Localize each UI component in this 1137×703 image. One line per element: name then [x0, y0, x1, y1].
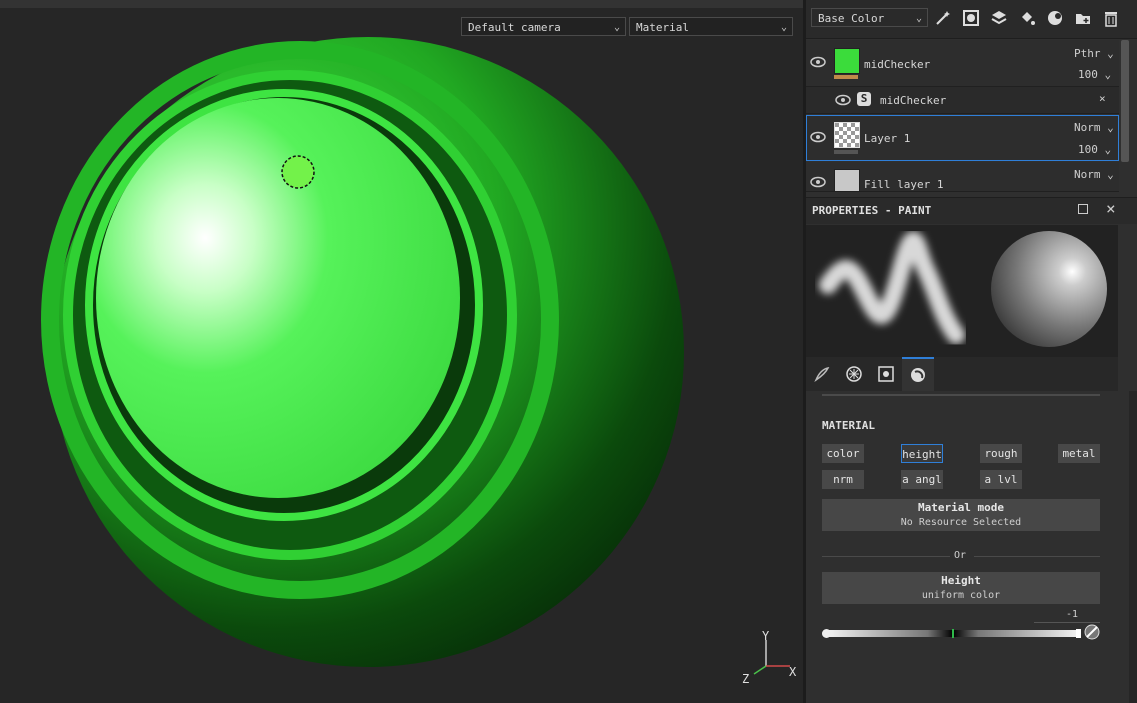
- chevron-down-icon: ⌄: [780, 22, 787, 33]
- chip-color[interactable]: color: [822, 444, 864, 463]
- sublayer-row-midchecker[interactable]: S midChecker ×: [806, 87, 1119, 114]
- layer-thumbnail: [834, 169, 860, 191]
- stroke-preview: [819, 231, 965, 344]
- properties-header: PROPERTIES - PAINT ×: [806, 197, 1137, 224]
- chip-metal[interactable]: metal: [1058, 444, 1100, 463]
- blend-mode-dropdown[interactable]: Pthr ⌄: [1074, 47, 1114, 60]
- axis-z-label: Z: [742, 672, 749, 686]
- substance-icon: S: [857, 92, 871, 106]
- slider-handle[interactable]: [822, 629, 831, 638]
- opacity-label: 100: [1078, 143, 1098, 156]
- channel-dropdown-label: Base Color: [818, 12, 885, 25]
- layers-scrollbar[interactable]: [1121, 40, 1129, 162]
- sublayer-name: midChecker: [880, 94, 947, 107]
- blend-mode-dropdown[interactable]: Norm ⌄: [1074, 121, 1114, 134]
- effect-icon[interactable]: [1044, 8, 1066, 28]
- layer-thumbnail: [834, 48, 860, 74]
- blend-mode-label: Norm: [1074, 168, 1101, 181]
- height-subtitle: uniform color: [921, 590, 1001, 601]
- properties-title: PROPERTIES - PAINT: [812, 204, 932, 217]
- axis-y-label: Y: [762, 629, 770, 643]
- axis-x-label: X: [789, 665, 797, 679]
- mode-dropdown[interactable]: Material ⌄: [629, 17, 793, 36]
- material-title: MATERIAL: [822, 419, 875, 432]
- slider-end-marker: [1076, 629, 1081, 638]
- material-mode-title: Material mode: [917, 501, 1005, 514]
- layer-row-fill-layer-1[interactable]: Fill layer 1 Norm ⌄: [806, 162, 1119, 192]
- eye-icon[interactable]: [835, 94, 851, 106]
- camera-dropdown[interactable]: Default camera ⌄: [461, 17, 626, 36]
- layer-name: midChecker: [864, 58, 931, 71]
- or-label: Or: [954, 550, 967, 561]
- layer-name: Layer 1: [864, 132, 911, 145]
- properties-scrollbar-track[interactable]: [1129, 391, 1137, 703]
- opacity-dropdown[interactable]: 100 ⌄: [1078, 143, 1111, 156]
- chevron-down-icon: ⌄: [915, 13, 922, 24]
- color-picker-icon[interactable]: [1084, 624, 1100, 640]
- height-title: Height: [941, 574, 981, 587]
- mode-dropdown-label: Material: [636, 21, 689, 34]
- slider-value[interactable]: -1: [1066, 609, 1078, 620]
- delete-icon[interactable]: [1100, 8, 1122, 28]
- chip-a-angl[interactable]: a angl: [901, 470, 943, 489]
- layer-row-layer-1[interactable]: Layer 1 Norm ⌄ 100 ⌄: [806, 115, 1119, 161]
- brush-cursor: [281, 155, 315, 189]
- opacity-label: 100: [1078, 68, 1098, 81]
- brush-preview: [806, 225, 1118, 357]
- axis-gizmo: Y X Z: [742, 629, 797, 686]
- slider-value-underline: [1034, 622, 1100, 623]
- chip-nrm[interactable]: nrm: [822, 470, 864, 489]
- or-separator-right: [974, 556, 1100, 557]
- blend-mode-dropdown[interactable]: Norm ⌄: [1074, 168, 1114, 181]
- chip-height[interactable]: height: [901, 444, 943, 463]
- material-tab-icon[interactable]: [902, 357, 934, 391]
- top-separator: [822, 394, 1100, 396]
- eye-icon[interactable]: [810, 131, 826, 143]
- right-panel: Base Color ⌄ midChecker Pthr ⌄ 100 ⌄ S m…: [806, 0, 1137, 703]
- sphere-cap: [96, 98, 460, 498]
- remove-sublayer-button[interactable]: ×: [1099, 92, 1106, 105]
- height-button[interactable]: Height uniform color: [822, 572, 1100, 604]
- undock-icon[interactable]: [1078, 204, 1088, 214]
- layer-row-midchecker[interactable]: midChecker Pthr ⌄ 100 ⌄: [806, 40, 1119, 87]
- close-icon[interactable]: ×: [1106, 199, 1116, 218]
- slider-center-marker: [952, 629, 954, 638]
- material-mode-subtitle: No Resource Selected: [900, 517, 1022, 528]
- layer-name: Fill layer 1: [864, 178, 944, 191]
- height-slider[interactable]: [822, 629, 1081, 638]
- or-separator-left: [822, 556, 950, 557]
- chevron-down-icon: ⌄: [613, 22, 620, 33]
- add-folder-icon[interactable]: [1072, 8, 1094, 28]
- 3d-viewport[interactable]: Default camera ⌄ Material ⌄ Y X Z: [0, 0, 803, 703]
- layer-color-bar: [834, 150, 858, 154]
- transparent-thumbnail: [834, 122, 860, 148]
- eye-icon[interactable]: [810, 56, 826, 68]
- fill-icon[interactable]: [1016, 8, 1038, 28]
- blend-mode-label: Norm: [1074, 121, 1101, 134]
- magic-wand-icon[interactable]: [932, 8, 954, 28]
- material-mode-button[interactable]: Material mode No Resource Selected: [822, 499, 1100, 531]
- layer-color-bar: [834, 75, 858, 79]
- layers-toolbar: Base Color ⌄: [806, 0, 1137, 39]
- material-ball-preview: [991, 231, 1107, 347]
- brush-tab-icon[interactable]: [806, 357, 838, 391]
- add-layer-icon[interactable]: [988, 8, 1010, 28]
- channel-dropdown[interactable]: Base Color ⌄: [811, 8, 928, 27]
- chip-rough[interactable]: rough: [980, 444, 1022, 463]
- properties-tabs: [806, 357, 1118, 391]
- blend-mode-label: Pthr: [1074, 47, 1101, 60]
- mask-icon[interactable]: [960, 8, 982, 28]
- material-sphere-render[interactable]: [0, 0, 803, 703]
- alpha-tab-icon[interactable]: [838, 357, 870, 391]
- opacity-dropdown[interactable]: 100 ⌄: [1078, 68, 1111, 81]
- camera-dropdown-label: Default camera: [468, 21, 561, 34]
- chip-a-lvl[interactable]: a lvl: [980, 470, 1022, 489]
- stencil-tab-icon[interactable]: [870, 357, 902, 391]
- eye-icon[interactable]: [810, 176, 826, 188]
